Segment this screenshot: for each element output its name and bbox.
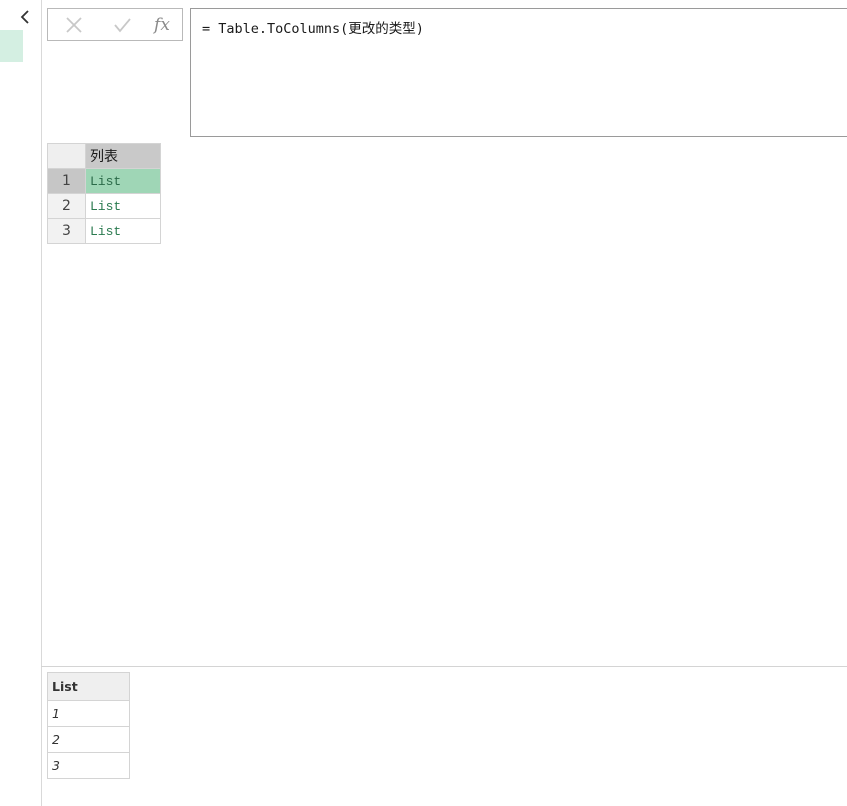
check-icon [114,17,131,32]
power-query-editor: fx = Table.ToColumns(更改的类型) 列表 1 List 2 … [0,0,847,806]
preview-pane-divider[interactable] [41,666,847,667]
data-grid: 列表 1 List 2 List 3 List [47,143,161,244]
preview-row: 3 [47,752,130,779]
table-row: 2 List [47,193,161,219]
row-number[interactable]: 3 [47,218,86,244]
grid-header-row: 列表 [47,143,161,169]
queries-pane [0,0,42,806]
list-cell[interactable]: List [85,193,161,219]
list-cell[interactable]: List [85,168,161,194]
table-row: 3 List [47,218,161,244]
cancel-formula-button[interactable] [52,9,96,40]
preview-header: List [47,672,130,701]
list-preview-table: List 1 2 3 [47,672,130,779]
selected-query-indicator[interactable] [0,30,23,62]
preview-header-row: List [47,672,130,701]
preview-row: 2 [47,726,130,753]
formula-bar-buttons: fx [47,8,183,41]
fx-icon: fx [154,14,170,35]
row-number[interactable]: 2 [47,193,86,219]
grid-corner[interactable] [47,143,86,169]
close-icon [66,16,82,33]
table-row: 1 List [47,168,161,194]
formula-text: = Table.ToColumns(更改的类型) [202,21,424,37]
preview-value: 3 [47,752,130,779]
insert-function-button[interactable]: fx [140,9,184,40]
chevron-left-icon [20,10,29,24]
commit-formula-button[interactable] [100,9,144,40]
formula-input[interactable]: = Table.ToColumns(更改的类型) [190,8,847,137]
list-cell[interactable]: List [85,218,161,244]
preview-value: 1 [47,700,130,727]
column-header[interactable]: 列表 [85,143,161,169]
collapse-pane-button[interactable] [15,7,35,27]
preview-row: 1 [47,700,130,727]
preview-value: 2 [47,726,130,753]
row-number[interactable]: 1 [47,168,86,194]
